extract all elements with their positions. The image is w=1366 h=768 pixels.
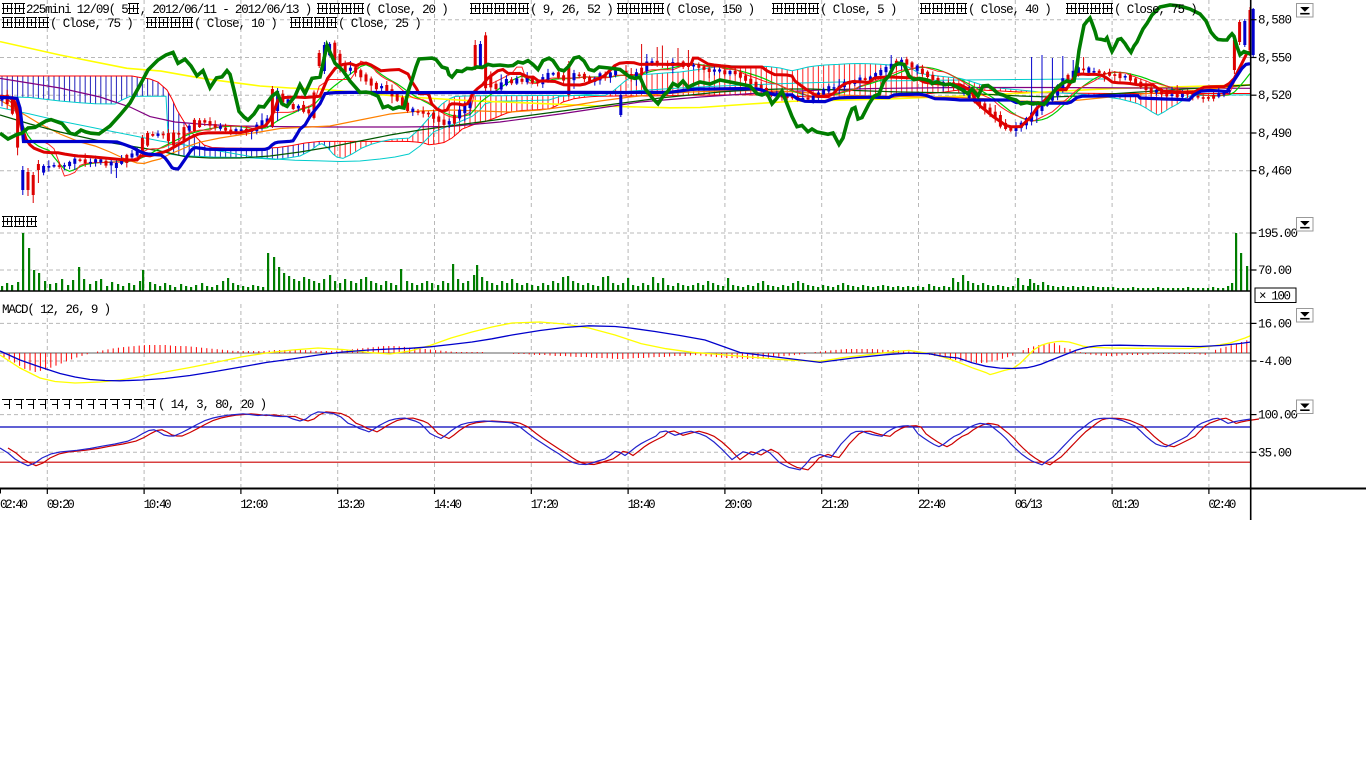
- svg-text:8,520: 8,520: [1258, 89, 1292, 103]
- svg-text:× 100: × 100: [1259, 290, 1291, 304]
- svg-text:10:40: 10:40: [144, 498, 172, 512]
- svg-text:100.00: 100.00: [1258, 409, 1298, 423]
- svg-text:8,550: 8,550: [1258, 52, 1292, 66]
- svg-text:8,490: 8,490: [1258, 127, 1292, 141]
- svg-text:09:20: 09:20: [47, 498, 75, 512]
- svg-text:8,580: 8,580: [1258, 14, 1292, 28]
- svg-text:35.00: 35.00: [1258, 446, 1292, 460]
- svg-text:14:40: 14:40: [434, 498, 462, 512]
- svg-text:21:20: 21:20: [821, 498, 849, 512]
- svg-text:70.00: 70.00: [1258, 264, 1292, 278]
- svg-text:02:40: 02:40: [0, 498, 28, 512]
- svg-text:195.00: 195.00: [1258, 227, 1298, 241]
- svg-text:17:20: 17:20: [531, 498, 559, 512]
- svg-text:16.00: 16.00: [1258, 317, 1292, 331]
- svg-text:22:40: 22:40: [918, 498, 946, 512]
- svg-text:02:40: 02:40: [1208, 498, 1236, 512]
- svg-text:-4.00: -4.00: [1258, 355, 1292, 369]
- svg-text:12:00: 12:00: [240, 498, 268, 512]
- svg-text:13:20: 13:20: [337, 498, 365, 512]
- svg-text:06/13: 06/13: [1015, 498, 1043, 512]
- svg-text:01:20: 01:20: [1112, 498, 1140, 512]
- svg-text:20:00: 20:00: [724, 498, 752, 512]
- svg-text:18:40: 18:40: [628, 498, 656, 512]
- svg-text:8,460: 8,460: [1258, 165, 1292, 179]
